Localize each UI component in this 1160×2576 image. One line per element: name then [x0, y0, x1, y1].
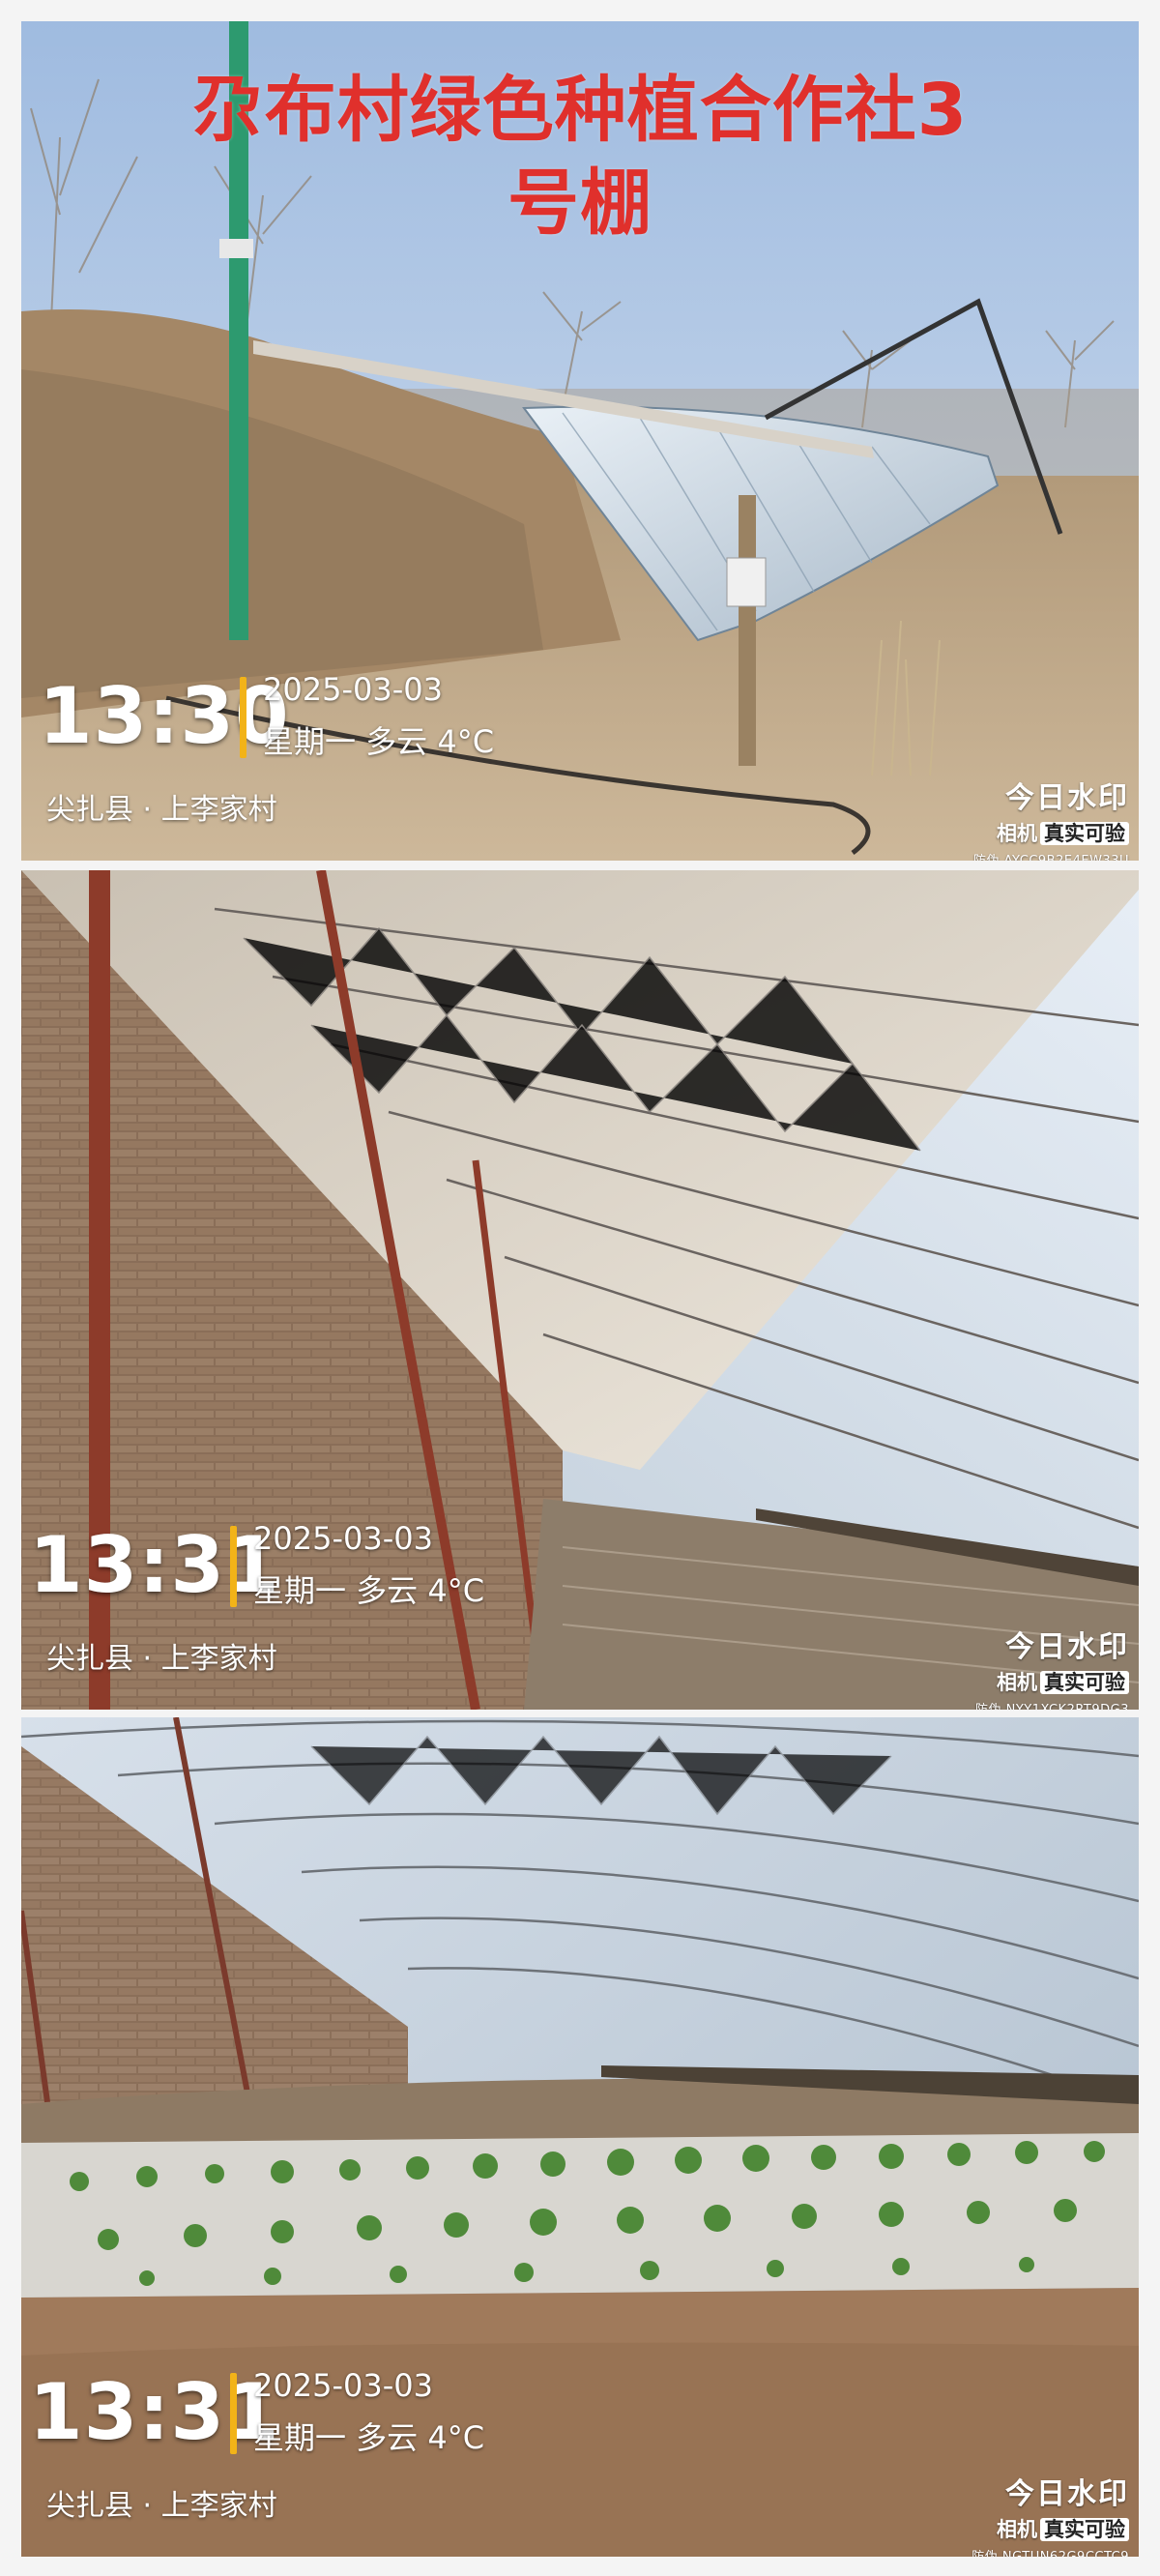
- watermark-divider: [230, 2373, 237, 2454]
- brand-tag: 真实可验: [1040, 1671, 1129, 1694]
- watermark-time: 13:31: [29, 2367, 280, 2457]
- watermark-location: 尖扎县 · 上李家村: [46, 793, 277, 827]
- watermark-date: 2025-03-03: [263, 671, 443, 708]
- watermark-divider: [240, 677, 246, 758]
- brand-name: 今日水印: [1005, 2477, 1129, 2511]
- photo-1-exterior: 尕布村绿色种植合作社3 号棚 13:30 2025-03-03 星期一 多云 4…: [21, 21, 1139, 861]
- brand-tag: 真实可验: [1040, 2518, 1129, 2541]
- watermark-location: 尖扎县 · 上李家村: [46, 2489, 277, 2523]
- brand-sub: 相机: [997, 1671, 1037, 1694]
- watermark-weather: 星期一 多云 4°C: [253, 1572, 485, 1609]
- photo-3-seedlings: 13:31 2025-03-03 星期一 多云 4°C 尖扎县 · 上李家村 今…: [21, 1717, 1139, 2557]
- brand-name: 今日水印: [1005, 781, 1129, 815]
- watermark-overlay: 13:30 2025-03-03 星期一 多云 4°C 尖扎县 · 上李家村 今…: [21, 21, 1139, 861]
- brand-tag: 真实可验: [1040, 822, 1129, 845]
- watermark-location: 尖扎县 · 上李家村: [46, 1642, 277, 1676]
- watermark-brand: 今日水印 相机真实可验 防伪 AYCC9B2E4EW33U: [973, 774, 1129, 861]
- watermark-weather: 星期一 多云 4°C: [253, 2419, 485, 2456]
- watermark-overlay: 13:31 2025-03-03 星期一 多云 4°C 尖扎县 · 上李家村 今…: [21, 1717, 1139, 2557]
- watermark-date: 2025-03-03: [253, 1520, 433, 1557]
- brand-code: 防伪 AYCC9B2E4EW33U: [973, 850, 1129, 861]
- brand-code: 防伪 NYY1XCK2RT9DG3: [975, 1699, 1129, 1710]
- watermark-time: 13:31: [29, 1520, 280, 1610]
- photo-2-interior: 13:31 2025-03-03 星期一 多云 4°C 尖扎县 · 上李家村 今…: [21, 870, 1139, 1710]
- watermark-divider: [230, 1526, 237, 1607]
- watermark-weather: 星期一 多云 4°C: [263, 723, 495, 760]
- watermark-date: 2025-03-03: [253, 2367, 433, 2404]
- watermark-overlay: 13:31 2025-03-03 星期一 多云 4°C 尖扎县 · 上李家村 今…: [21, 870, 1139, 1710]
- brand-code: 防伪 NGTUN62G9CCTC9: [972, 2546, 1129, 2557]
- watermark-time: 13:30: [39, 671, 290, 761]
- brand-sub: 相机: [997, 822, 1037, 845]
- watermark-brand: 今日水印 相机真实可验 防伪 NGTUN62G9CCTC9: [972, 2470, 1129, 2557]
- watermark-brand: 今日水印 相机真实可验 防伪 NYY1XCK2RT9DG3: [975, 1623, 1129, 1710]
- brand-sub: 相机: [997, 2518, 1037, 2541]
- brand-name: 今日水印: [1005, 1630, 1129, 1664]
